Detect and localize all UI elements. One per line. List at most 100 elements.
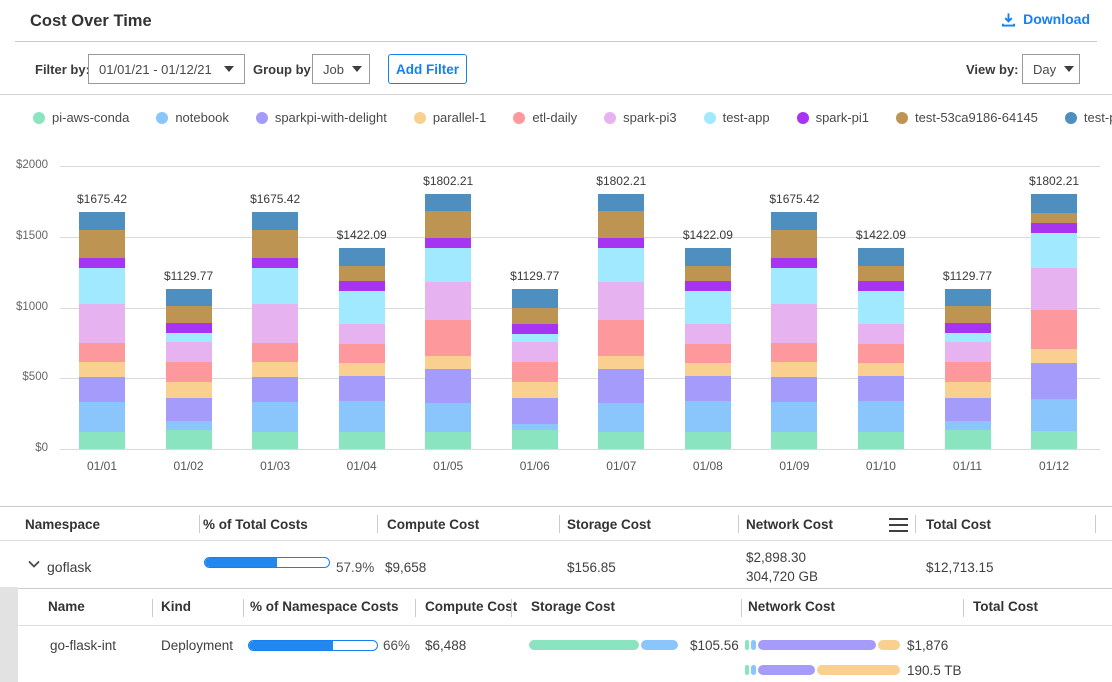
legend-item-test-pkix[interactable]: test-pkix — [1065, 110, 1112, 125]
legend-color-dot — [1065, 112, 1077, 124]
legend-item-test-app[interactable]: test-app — [704, 110, 770, 125]
bar-segment-test-pkix — [685, 248, 731, 266]
date-range-dropdown[interactable]: 01/01/21 - 01/12/21 — [88, 54, 245, 84]
chart-bar-01/09[interactable] — [771, 212, 817, 449]
bar-segment-sparkpi-with-delight — [858, 376, 904, 401]
bar-total-label: $1675.42 — [250, 192, 300, 206]
chart-bar-01/05[interactable] — [425, 194, 471, 449]
bar-segment-sparkpi-with-delight — [598, 369, 644, 403]
legend-item-test-53ca9186-64145[interactable]: test-53ca9186-64145 — [896, 110, 1038, 125]
bar-segment-test-pkix — [339, 248, 385, 266]
bar-segment-etl-daily — [1031, 310, 1077, 349]
chart-bar-01/12[interactable] — [1031, 194, 1077, 449]
col-header-storage: Storage Cost — [567, 517, 651, 532]
chart-bar-01/11[interactable] — [945, 289, 991, 449]
x-axis-tick-label: 01/10 — [866, 459, 896, 473]
bar-segment-test-app — [771, 268, 817, 303]
column-separator — [559, 515, 560, 533]
bar-segment-pi-aws-conda — [858, 432, 904, 449]
pct-namespace-progress-bar — [248, 640, 378, 651]
bar-segment-spark-pi1 — [771, 258, 817, 268]
column-separator — [741, 599, 742, 617]
chevron-down-icon[interactable] — [27, 557, 41, 571]
bar-segment-parallel-1 — [339, 363, 385, 376]
bar-segment-test-53ca9186-64145 — [339, 266, 385, 282]
gridline — [60, 449, 1100, 450]
bar-segment-parallel-1 — [512, 382, 558, 398]
view-by-dropdown[interactable]: Day — [1022, 54, 1080, 84]
bar-segment-pi-aws-conda — [79, 432, 125, 449]
y-axis-tick-label: $0 — [0, 442, 48, 454]
bar-segment-etl-daily — [858, 344, 904, 363]
bar-segment-test-53ca9186-64145 — [425, 211, 471, 239]
bar-segment-spark-pi1 — [685, 281, 731, 291]
bar-segment-test-53ca9186-64145 — [252, 230, 298, 258]
bar-segment-test-app — [339, 291, 385, 324]
legend-item-etl-daily[interactable]: etl-daily — [513, 110, 577, 125]
bar-segment-spark-pi3 — [858, 324, 904, 344]
download-button[interactable]: Download — [1001, 11, 1090, 27]
chart-bar-01/10[interactable] — [858, 248, 904, 449]
bar-segment-pi-aws-conda — [425, 432, 471, 449]
bar-segment-test-53ca9186-64145 — [512, 308, 558, 323]
bar-segment-test-app — [945, 333, 991, 341]
gridline — [60, 166, 1100, 167]
column-separator — [915, 515, 916, 533]
chart-bar-01/03[interactable] — [252, 212, 298, 449]
bar-segment-test-53ca9186-64145 — [79, 230, 125, 258]
add-filter-button[interactable]: Add Filter — [388, 54, 467, 84]
sub-network-volume-value: 190.5 TB — [907, 663, 962, 678]
bar-segment-sparkpi-with-delight — [512, 398, 558, 424]
bar-total-label: $1675.42 — [769, 192, 819, 206]
y-axis-tick-label: $1500 — [0, 230, 48, 242]
chart-bar-01/04[interactable] — [339, 248, 385, 449]
x-axis-tick-label: 01/04 — [347, 459, 377, 473]
legend-item-label: test-app — [723, 110, 770, 125]
bar-segment-spark-pi1 — [79, 258, 125, 268]
network-volume-value: 304,720 GB — [746, 569, 818, 584]
column-menu-icon[interactable] — [889, 518, 908, 532]
legend-item-parallel-1[interactable]: parallel-1 — [414, 110, 486, 125]
bar-segment-notebook — [79, 402, 125, 432]
bar-total-label: $1802.21 — [596, 174, 646, 188]
column-separator — [1095, 515, 1096, 533]
chart-bar-01/07[interactable] — [598, 194, 644, 449]
group-by-label: Group by: — [253, 62, 315, 77]
x-axis-tick-label: 01/03 — [260, 459, 290, 473]
legend-item-notebook[interactable]: notebook — [156, 110, 229, 125]
bar-total-label: $1129.77 — [164, 269, 213, 283]
bar-segment-etl-daily — [512, 362, 558, 382]
filter-bar: Filter by: 01/01/21 - 01/12/21 Group by:… — [0, 42, 1112, 95]
chart-bar-01/01[interactable] — [79, 212, 125, 449]
bar-segment-etl-daily — [771, 343, 817, 362]
bar-segment-parallel-1 — [425, 356, 471, 369]
legend-item-pi-aws-conda[interactable]: pi-aws-conda — [33, 110, 129, 125]
workload-name: go-flask-int — [50, 638, 116, 653]
chart-bar-01/06[interactable] — [512, 289, 558, 449]
group-by-dropdown[interactable]: Job — [312, 54, 370, 84]
bar-segment-pi-aws-conda — [252, 432, 298, 449]
legend-item-sparkpi-with-delight[interactable]: sparkpi-with-delight — [256, 110, 387, 125]
bar-segment-etl-daily — [425, 320, 471, 356]
legend-item-spark-pi1[interactable]: spark-pi1 — [797, 110, 869, 125]
x-axis-tick-label: 01/08 — [693, 459, 723, 473]
bar-segment-sparkpi-with-delight — [771, 377, 817, 402]
chart-bar-01/08[interactable] — [685, 248, 731, 449]
subcol-header-kind: Kind — [161, 599, 191, 614]
pct-total-progress-bar — [204, 557, 330, 568]
bar-segment-test-pkix — [425, 194, 471, 211]
mini-bar-segment — [745, 665, 749, 675]
x-axis-tick-label: 01/12 — [1039, 459, 1069, 473]
bar-segment-test-pkix — [771, 212, 817, 230]
bar-segment-test-53ca9186-64145 — [1031, 213, 1077, 223]
legend-item-spark-pi3[interactable]: spark-pi3 — [604, 110, 676, 125]
bar-segment-notebook — [598, 403, 644, 432]
bar-segment-test-app — [858, 291, 904, 324]
chart-bar-01/02[interactable] — [166, 289, 212, 449]
bar-segment-pi-aws-conda — [166, 430, 212, 449]
legend-item-label: parallel-1 — [433, 110, 486, 125]
bar-segment-spark-pi1 — [858, 281, 904, 291]
bar-segment-parallel-1 — [166, 382, 212, 398]
bar-segment-spark-pi1 — [166, 323, 212, 334]
mini-bar-segment — [529, 640, 639, 650]
